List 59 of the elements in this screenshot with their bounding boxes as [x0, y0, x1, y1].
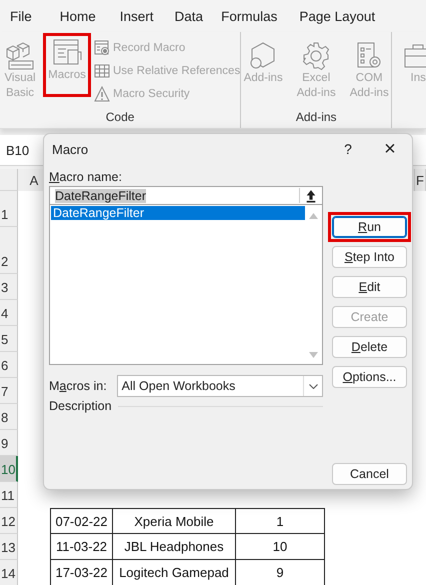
macros-in-dropdown[interactable]: All Open Workbooks [116, 375, 323, 397]
gear-icon [301, 41, 332, 71]
row-header[interactable]: 7 [0, 378, 18, 404]
table-cell: 9 [276, 565, 284, 580]
chevron-down-icon [308, 384, 318, 388]
close-button[interactable]: × [368, 138, 412, 160]
row-header[interactable]: 11 [0, 482, 18, 508]
row-header[interactable]: 13 [0, 534, 18, 560]
dialog-button[interactable]: Options... [332, 366, 407, 388]
ribbon-tab[interactable]: Data [174, 8, 216, 24]
column-header[interactable]: F [416, 172, 424, 188]
row-header[interactable]: 6 [0, 352, 18, 378]
dialog-button[interactable]: Run [332, 216, 407, 238]
group-label: Add-ins [296, 110, 337, 126]
name-box[interactable]: B10 [0, 142, 42, 158]
macros-in-label: Macros in: [49, 379, 107, 393]
column-header[interactable]: A [30, 172, 38, 188]
macro-name-label: Macro name: [49, 169, 123, 186]
macro-list[interactable]: DateRangeFilter [49, 205, 323, 365]
ribbon-tab[interactable]: Page Layout [299, 8, 388, 24]
ribbon-tab[interactable]: Insert [120, 8, 166, 24]
row-header[interactable]: 8 [0, 404, 18, 430]
dialog-title: Macro [52, 142, 90, 156]
ribbon-tab[interactable]: Home [60, 8, 108, 24]
row-header[interactable]: 2 [0, 227, 18, 274]
row-header[interactable]: 12 [0, 508, 18, 534]
warning-icon [94, 86, 110, 102]
cancel-button[interactable]: Cancel [332, 463, 407, 485]
table-cell: 11-03-22 [56, 539, 108, 554]
row-header[interactable]: 14 [0, 560, 18, 585]
row-header[interactable]: 3 [0, 274, 18, 300]
row-header[interactable]: 1 [0, 191, 18, 227]
dialog-button[interactable]: Delete [332, 336, 407, 358]
record-icon [94, 40, 110, 56]
dialog-button[interactable]: Step Into [332, 246, 407, 268]
row-header[interactable]: 5 [0, 326, 18, 352]
table-cell: JBL Headphones [124, 539, 224, 554]
scroll-down-icon[interactable] [309, 352, 318, 358]
table-cell: Xperia Mobile [134, 514, 214, 528]
help-button[interactable]: ? [328, 141, 368, 157]
description-label: Description [49, 399, 112, 413]
select-all-corner[interactable] [0, 169, 18, 191]
cubes-icon [5, 41, 35, 71]
grid-icon [94, 63, 110, 79]
row-header[interactable]: 10 [0, 456, 18, 482]
table-cell: 10 [272, 539, 288, 554]
ribbon-tab[interactable]: File [10, 8, 44, 24]
table-cell: 17-03-22 [55, 565, 108, 580]
macro-name-field[interactable]: DateRangeFilter [49, 186, 323, 205]
table-cell: Logitech Gamepad [119, 565, 229, 580]
group-label: Code [106, 110, 134, 126]
table-cell: 1 [276, 514, 284, 528]
row-header[interactable]: 9 [0, 430, 18, 456]
scroll-up-icon[interactable] [309, 213, 318, 219]
table-cell: 07-02-22 [55, 514, 108, 528]
dialog-button[interactable]: Edit [332, 276, 407, 298]
ribbon-tab[interactable]: Formulas [221, 8, 290, 24]
macro-list-item[interactable]: DateRangeFilter [51, 206, 305, 220]
row-header[interactable]: 4 [0, 300, 18, 326]
